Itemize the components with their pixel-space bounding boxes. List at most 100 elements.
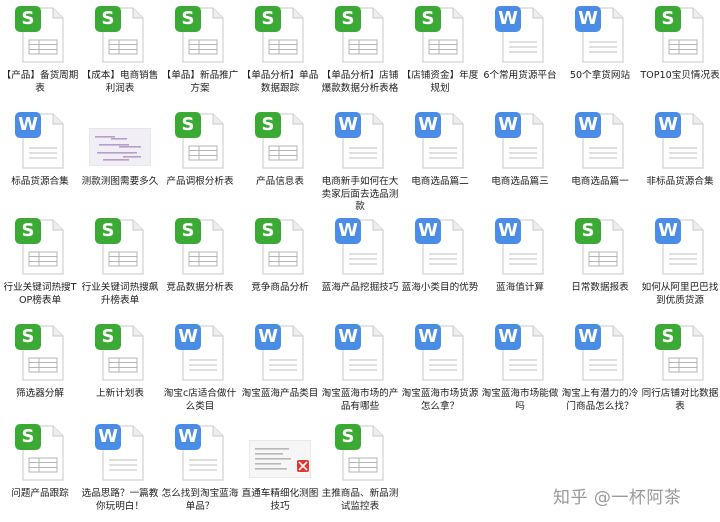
spreadsheet-file-item[interactable]: S TOP10宝贝情况表 [640, 0, 720, 104]
document-file-item[interactable]: W 怎么找到淘宝蓝海单品？ [160, 418, 240, 522]
word-document-icon: W [655, 218, 705, 276]
file-name-label: 【店铺资金】年度规划 [401, 70, 479, 94]
file-name-label: 选品思路？一篇教你玩明白！ [81, 488, 159, 512]
file-name-label: 行业关键词热搜飙升榜表单 [81, 282, 159, 306]
document-file-item[interactable]: W 电商新手如何在大卖家后面去选品测款 [320, 106, 400, 210]
file-name-label: 同行店铺对比数据表 [641, 388, 719, 412]
word-badge-icon: W [415, 112, 441, 138]
document-file-item[interactable]: W 淘宝蓝海产品类目 [240, 318, 320, 422]
file-name-label: 淘宝蓝海产品类目 [241, 388, 319, 399]
document-file-item[interactable]: W 蓝海产品挖掘技巧 [320, 212, 400, 316]
document-file-item[interactable]: W 非标品货源合集 [640, 106, 720, 210]
file-name-label: 筛选器分解 [16, 388, 64, 399]
spreadsheet-icon: S [255, 6, 305, 64]
sheet-badge-icon: S [655, 6, 681, 32]
document-file-item[interactable]: W 选品思路？一篇教你玩明白！ [80, 418, 160, 522]
file-name-label: 蓝海值计算 [496, 282, 544, 293]
word-document-icon: W [495, 112, 545, 170]
file-name-label: 直通车精细化测图技巧 [241, 488, 319, 512]
file-name-label: 电商新手如何在大卖家后面去选品测款 [321, 176, 399, 210]
spreadsheet-icon: S [255, 218, 305, 276]
file-name-label: 淘宝上有潜力的冷门商品怎么找？ [561, 388, 639, 412]
document-file-item[interactable]: W 蓝海值计算 [480, 212, 560, 316]
word-badge-icon: W [255, 324, 281, 350]
word-badge-icon: W [335, 324, 361, 350]
spreadsheet-file-item[interactable]: S 【单品】新品推广方案 [160, 0, 240, 104]
document-file-item[interactable]: W 淘宝c店适合做什么类目 [160, 318, 240, 422]
word-document-icon: W [415, 112, 465, 170]
spreadsheet-file-item[interactable]: S 同行店铺对比数据表 [640, 318, 720, 422]
spreadsheet-file-item[interactable]: S 竞争商品分析 [240, 212, 320, 316]
image-file-item[interactable]: 测款测图需要多久 [80, 106, 160, 210]
spreadsheet-file-item[interactable]: S 产品调根分析表 [160, 106, 240, 210]
document-file-item[interactable]: W 淘宝蓝海市场货源怎么拿？ [400, 318, 480, 422]
spreadsheet-file-item[interactable]: S 竞品数据分析表 [160, 212, 240, 316]
document-file-item[interactable]: W 50个拿货网站 [560, 0, 640, 104]
word-document-icon: W [175, 424, 225, 482]
document-file-item[interactable]: W 淘宝蓝海市场能做吗 [480, 318, 560, 422]
file-name-label: 电商选品篇一 [571, 176, 629, 187]
document-file-item[interactable]: W 蓝海小类目的优势 [400, 212, 480, 316]
file-name-label: 测款测图需要多久 [81, 176, 159, 187]
spreadsheet-icon: S [15, 324, 65, 382]
file-name-label: 电商选品篇二 [411, 176, 469, 187]
word-badge-icon: W [415, 324, 441, 350]
document-file-item[interactable]: W 电商选品篇二 [400, 106, 480, 210]
file-name-label: 淘宝c店适合做什么类目 [163, 388, 237, 412]
document-file-item[interactable]: W 电商选品篇三 [480, 106, 560, 210]
file-name-label: 【单品分析】单品数据跟踪 [241, 70, 319, 94]
word-document-icon: W [335, 218, 385, 276]
word-badge-icon: W [495, 218, 521, 244]
file-name-label: 问题产品跟踪 [11, 488, 69, 499]
file-name-label: 淘宝蓝海市场的产品有哪些 [321, 388, 399, 412]
file-name-label: 竞争商品分析 [251, 282, 309, 293]
spreadsheet-file-item[interactable]: S 【单品分析】单品数据跟踪 [240, 0, 320, 104]
document-file-item[interactable]: W 淘宝蓝海市场的产品有哪些 [320, 318, 400, 422]
file-name-label: 电商选品篇三 [491, 176, 549, 187]
spreadsheet-file-item[interactable]: S 筛选器分解 [0, 318, 80, 422]
word-badge-icon: W [335, 218, 361, 244]
word-document-icon: W [255, 324, 305, 382]
file-name-label: 非标品货源合集 [646, 176, 714, 187]
spreadsheet-file-item[interactable]: S 主推商品、新品测试监控表 [320, 418, 400, 522]
sheet-badge-icon: S [95, 218, 121, 244]
spreadsheet-file-item[interactable]: S 行业关键词热搜飙升榜表单 [80, 212, 160, 316]
word-document-icon: W [495, 6, 545, 64]
document-file-item[interactable]: W 如何从阿里巴巴找到优质货源 [640, 212, 720, 316]
spreadsheet-file-item[interactable]: S 问题产品跟踪 [0, 418, 80, 522]
watermark: 知乎 @一杯阿茶 [553, 488, 682, 508]
spreadsheet-file-item[interactable]: S 行业关键词热搜TOP榜表单 [0, 212, 80, 316]
file-name-label: 标品货源合集 [11, 176, 69, 187]
spreadsheet-icon: S [655, 324, 705, 382]
word-badge-icon: W [655, 112, 681, 138]
spreadsheet-file-item[interactable]: S 【店铺资金】年度规划 [400, 0, 480, 104]
sheet-badge-icon: S [15, 6, 41, 32]
file-name-label: 产品调根分析表 [166, 176, 234, 187]
file-name-label: 怎么找到淘宝蓝海单品？ [161, 488, 239, 512]
spreadsheet-file-item[interactable]: S 日常数据报表 [560, 212, 640, 316]
file-name-label: 蓝海产品挖掘技巧 [321, 282, 399, 293]
word-badge-icon: W [175, 424, 201, 450]
sheet-badge-icon: S [175, 218, 201, 244]
file-name-label: 【单品分析】店铺爆款数据分析表格 [321, 70, 399, 94]
spreadsheet-icon: S [175, 112, 225, 170]
image-file-item[interactable]: 直通车精细化测图技巧 [240, 418, 320, 522]
document-file-item[interactable]: W 6个常用货源平台 [480, 0, 560, 104]
word-document-icon: W [495, 218, 545, 276]
spreadsheet-file-item[interactable]: S 【成本】电商销售利润表 [80, 0, 160, 104]
spreadsheet-file-item[interactable]: S 【单品分析】店铺爆款数据分析表格 [320, 0, 400, 104]
document-file-item[interactable]: W 标品货源合集 [0, 106, 80, 210]
spreadsheet-file-item[interactable]: S 产品信息表 [240, 106, 320, 210]
file-name-label: 蓝海小类目的优势 [401, 282, 479, 293]
spreadsheet-icon: S [15, 218, 65, 276]
document-file-item[interactable]: W 电商选品篇一 [560, 106, 640, 210]
document-file-item[interactable]: W 淘宝上有潜力的冷门商品怎么找？ [560, 318, 640, 422]
spreadsheet-file-item[interactable]: S 【产品】备货周期表 [0, 0, 80, 104]
spreadsheet-icon: S [15, 6, 65, 64]
file-name-label: 如何从阿里巴巴找到优质货源 [641, 282, 719, 306]
spreadsheet-icon: S [95, 324, 145, 382]
thumbnail-preview [89, 128, 151, 166]
file-name-label: 竞品数据分析表 [166, 282, 234, 293]
spreadsheet-file-item[interactable]: S 上新计划表 [80, 318, 160, 422]
spreadsheet-icon: S [255, 112, 305, 170]
